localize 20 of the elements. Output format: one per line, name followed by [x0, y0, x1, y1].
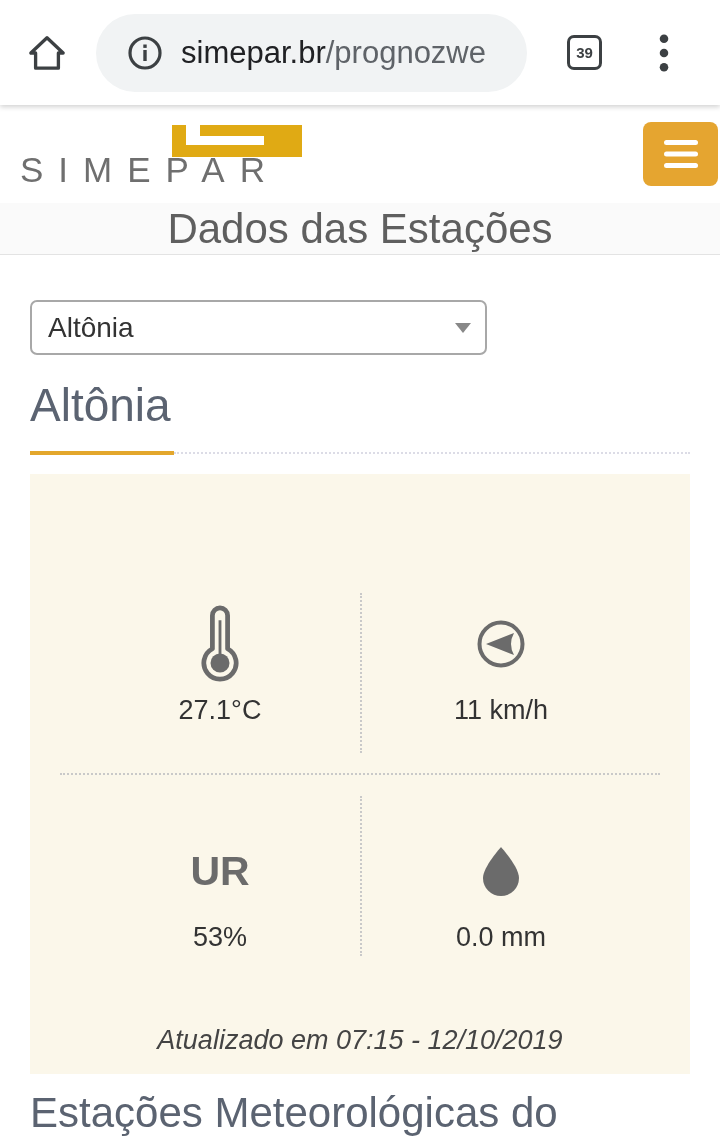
logo-text: SIMEPAR [20, 157, 280, 183]
updated-timestamp: Atualizado em 07:15 - 12/10/2019 [155, 1024, 564, 1056]
station-select[interactable]: Altônia [30, 300, 487, 355]
rainfall-reading: 0.0 mm [456, 922, 546, 952]
temperature-reading: 27.1°C [178, 695, 262, 725]
humidity-reading: 53% [192, 922, 247, 952]
info-icon[interactable] [128, 35, 162, 70]
station-name: Altônia [30, 379, 171, 431]
water-drop-icon [483, 846, 519, 896]
thermometer-icon [201, 605, 239, 683]
section-heading: Estações Meteorológicas do [30, 1088, 558, 1138]
more-options-icon[interactable] [659, 33, 669, 72]
wind-speed-reading: 11 km/h [453, 695, 548, 725]
home-icon[interactable] [28, 33, 66, 72]
tab-switcher-button[interactable]: 39 [567, 35, 602, 70]
logo-mark-icon [172, 125, 302, 157]
humidity-label: UR [190, 850, 250, 892]
address-bar[interactable]: simepar.br/prognozwe [96, 13, 527, 92]
caret-icon[interactable] [455, 322, 471, 333]
page-title: Dados das Estações [167, 203, 553, 254]
